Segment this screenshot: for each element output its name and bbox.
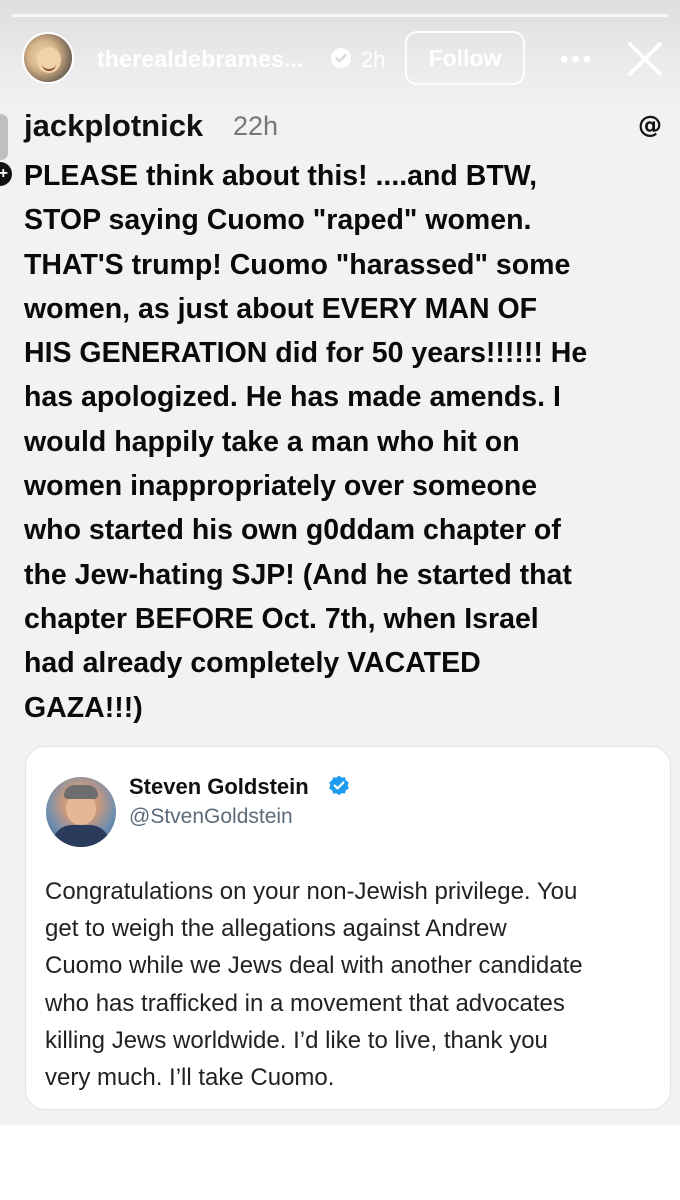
verified-badge-icon — [331, 48, 351, 68]
post-body: PLEASE think about this! ....and BTW, ST… — [24, 160, 588, 724]
threads-icon[interactable]: @ — [636, 111, 664, 147]
story-progress-bar — [12, 14, 668, 17]
story-header: therealdebrames... 2h Follow ••• — [0, 28, 680, 90]
tweet-avatar[interactable] — [46, 777, 116, 847]
post-author[interactable]: jackplotnick — [24, 108, 203, 144]
verified-check-icon — [327, 774, 351, 798]
avatar-hair — [64, 785, 98, 799]
embedded-tweet[interactable]: Steven Goldstein @StvenGoldstein Congrat… — [25, 746, 671, 1110]
close-icon[interactable] — [626, 40, 664, 78]
post-time: 22h — [233, 111, 279, 141]
svg-text:@: @ — [638, 112, 662, 139]
more-icon[interactable]: ••• — [560, 46, 594, 74]
follow-button[interactable]: Follow — [405, 31, 525, 85]
avatar-suit — [52, 825, 110, 847]
tweet-author-handle[interactable]: @StvenGoldstein — [129, 805, 293, 829]
story-avatar[interactable] — [22, 32, 74, 84]
tweet-body: Congratulations on your non-Jewish privi… — [45, 878, 583, 1092]
tweet-author-name[interactable]: Steven Goldstein — [129, 774, 309, 800]
story-username[interactable]: therealdebrames... — [97, 46, 304, 73]
story-time: 2h — [361, 47, 386, 72]
edge-handle — [0, 114, 8, 160]
